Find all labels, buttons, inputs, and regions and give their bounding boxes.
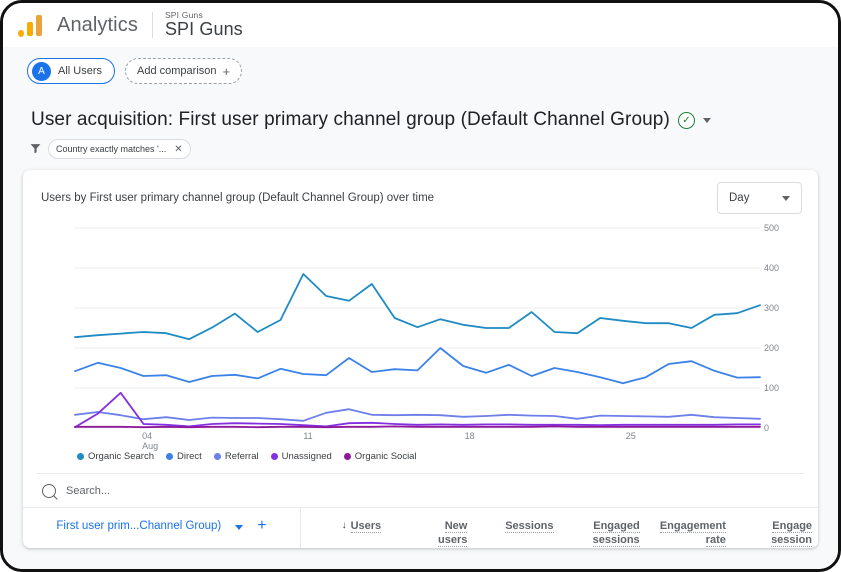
legend-item[interactable]: Organic Search: [77, 451, 154, 462]
metric-column-header[interactable]: New users: [387, 508, 473, 548]
add-comparison-label: Add comparison: [137, 65, 217, 77]
legend-item[interactable]: Organic Social: [343, 451, 417, 462]
chart-plot-area: [75, 228, 760, 428]
search-input[interactable]: Search...: [66, 485, 110, 497]
header-divider: [151, 12, 153, 38]
metric-column-header[interactable]: ↓ Users: [301, 508, 387, 548]
y-axis-tick-label: 200: [764, 343, 780, 353]
legend-item[interactable]: Unassigned: [270, 451, 332, 462]
plus-icon: +: [222, 63, 231, 79]
y-axis-tick-label: 100: [764, 383, 780, 393]
x-axis-tick-label: 11: [303, 431, 313, 441]
chevron-down-icon[interactable]: [702, 117, 711, 123]
granularity-value: Day: [729, 192, 750, 204]
legend-item[interactable]: Referral: [213, 451, 259, 462]
metric-column-label: New users: [437, 520, 468, 547]
property-selector[interactable]: SPI Guns SPI Guns: [165, 11, 243, 39]
all-users-avatar: A: [32, 61, 51, 81]
chart-svg: [75, 228, 760, 428]
funnel-icon: [29, 142, 42, 157]
x-axis-tick-label: 25: [625, 431, 636, 441]
page-title: User acquisition: First user primary cha…: [31, 109, 670, 130]
metric-column-label: Engage session: [771, 520, 813, 547]
report-title-row: User acquisition: First user primary cha…: [23, 95, 818, 131]
legend-label: Organic Social: [354, 451, 417, 462]
y-axis-tick-label: 500: [764, 223, 780, 233]
table-header: First user prim...Channel Group) + ↓ User…: [23, 507, 818, 548]
time-series-chart: 0 100 200 300 400 500 04 Aug 11 18 25: [23, 220, 818, 451]
y-axis-tick-label: 400: [764, 263, 780, 273]
legend-label: Organic Search: [88, 451, 155, 462]
metric-column-label: Engaged sessions: [592, 520, 640, 547]
legend-label: Direct: [177, 451, 202, 462]
analytics-logo-icon: [17, 12, 47, 38]
filter-row: Country exactly matches '... ✕: [23, 131, 818, 159]
arrow-down-icon: ↓: [341, 520, 347, 531]
legend-color-dot: [77, 453, 84, 460]
metric-column-label: Users: [350, 520, 382, 533]
comparison-bar: A All Users Add comparison +: [3, 47, 838, 95]
chart-card: Users by First user primary channel grou…: [23, 170, 818, 548]
filter-chip-label: Country exactly matches '...: [56, 144, 167, 154]
legend-color-dot: [213, 453, 221, 460]
legend-label: Referral: [224, 451, 259, 462]
brand-label: Analytics: [57, 13, 138, 36]
legend-color-dot: [343, 453, 351, 460]
legend-label: Unassigned: [281, 451, 332, 462]
x-axis-tick-label: 18: [464, 431, 475, 441]
check-circle-icon: ✓: [677, 111, 695, 129]
chevron-down-icon[interactable]: [235, 525, 244, 530]
metric-column-header[interactable]: Engage session: [732, 508, 818, 548]
chart-title: Users by First user primary channel grou…: [41, 192, 435, 204]
close-icon[interactable]: ✕: [174, 144, 182, 155]
metric-column-label: Sessions: [505, 520, 554, 533]
all-users-chip[interactable]: A All Users: [27, 58, 116, 84]
app-header: Analytics SPI Guns SPI Guns: [3, 3, 838, 47]
y-axis-tick-label: 0: [764, 423, 770, 433]
property-name: SPI Guns: [164, 19, 243, 40]
y-axis-tick-label: 300: [764, 303, 780, 313]
chevron-down-icon: [782, 195, 790, 201]
legend-color-dot: [166, 453, 174, 460]
table-search-row[interactable]: Search...: [37, 473, 804, 507]
add-comparison-chip[interactable]: Add comparison +: [125, 58, 243, 84]
plus-icon[interactable]: +: [257, 518, 266, 534]
browser-window: Analytics SPI Guns SPI Guns A All Users …: [0, 0, 841, 572]
report-body: User acquisition: First user primary cha…: [3, 95, 838, 569]
metric-column-header[interactable]: Engaged sessions: [560, 508, 646, 548]
x-axis-tick-label: 04 Aug: [142, 431, 159, 452]
granularity-select[interactable]: Day: [717, 182, 802, 214]
legend-item[interactable]: Direct: [166, 451, 202, 462]
all-users-label: All Users: [58, 65, 103, 77]
legend-color-dot: [270, 453, 278, 460]
chart-card-header: Users by First user primary channel grou…: [23, 170, 818, 214]
metric-column-headers: ↓ Users New users Sessions Engaged sessions Eng…: [301, 508, 818, 548]
search-icon: [42, 483, 56, 498]
dimension-label: First user prim...Channel Group): [56, 520, 222, 532]
dimension-column-header[interactable]: First user prim...Channel Group) +: [23, 508, 301, 548]
filter-chip[interactable]: Country exactly matches '... ✕: [48, 139, 191, 159]
metric-column-header[interactable]: Engagement rate: [646, 508, 732, 548]
metric-column-header[interactable]: Sessions: [473, 508, 559, 548]
metric-column-label: Engagement rate: [659, 520, 726, 547]
